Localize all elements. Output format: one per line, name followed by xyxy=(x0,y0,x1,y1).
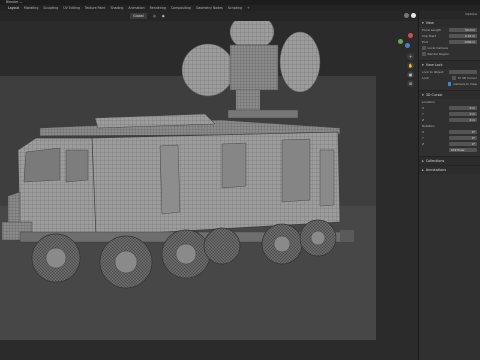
truck-model[interactable] xyxy=(0,21,418,360)
cursor-rotation-y-field[interactable]: 0° xyxy=(449,135,477,141)
perspective-grid-icon[interactable]: ⊞ xyxy=(407,80,414,87)
rotation-mode-dropdown[interactable]: XYZ Euler xyxy=(449,147,477,153)
pan-hand-icon[interactable]: ✋ xyxy=(407,62,414,69)
zoom-icon[interactable]: + xyxy=(407,53,414,60)
proportional-edit-icon[interactable]: ◉ xyxy=(162,14,165,18)
wireframe-shading-button[interactable] xyxy=(404,12,409,18)
3d-viewport[interactable]: + ✋ ▣ ⊞ xyxy=(0,21,418,360)
view-lock-panel-header[interactable]: ▾ View Lock xyxy=(419,60,480,69)
tab-animation[interactable]: Animation xyxy=(128,6,144,10)
clip-end-field[interactable]: 1000 m xyxy=(449,39,477,45)
n-panel-sidebar: Options ▾ View Focal Length 50 mm Clip St… xyxy=(418,11,480,360)
cursor-rotation-x-field[interactable]: 0° xyxy=(449,129,477,135)
tab-scripting[interactable]: Scripting xyxy=(228,6,242,10)
camera-to-view-checkbox[interactable] xyxy=(447,82,452,86)
camera-icon[interactable]: ▣ xyxy=(407,71,414,78)
z-axis-icon[interactable] xyxy=(405,43,410,48)
cursor-rotation-z-field[interactable]: 0° xyxy=(449,141,477,147)
radar-antenna xyxy=(181,21,321,119)
focal-length-field[interactable]: 50 mm xyxy=(449,27,477,33)
tab-modeling[interactable]: Modeling xyxy=(24,6,39,10)
lock-object-field[interactable] xyxy=(449,69,477,75)
x-axis-icon[interactable] xyxy=(408,33,413,38)
transform-orientation-dropdown[interactable]: Global xyxy=(130,13,147,19)
clip-start-field[interactable]: 0.01 m xyxy=(449,33,477,39)
viewport-header: Global ◎ ◉ xyxy=(0,11,418,21)
tab-texture-paint[interactable]: Texture Paint xyxy=(85,6,106,10)
tab-uv-editing[interactable]: UV Editing xyxy=(63,6,80,10)
local-camera-checkbox[interactable] xyxy=(422,46,426,50)
collections-panel-header[interactable]: ▸ Collections xyxy=(419,156,480,165)
snap-icon[interactable]: ◎ xyxy=(153,14,156,18)
options-dropdown[interactable]: Options xyxy=(465,12,477,17)
cursor-location-z-field[interactable]: 0 m xyxy=(449,117,477,123)
navigation-gizmo[interactable] xyxy=(398,33,414,49)
tab-shading[interactable]: Shading xyxy=(110,6,123,10)
3d-cursor-panel-header[interactable]: ▾ 3D Cursor xyxy=(419,90,480,99)
cursor-location-x-field[interactable]: 0 m xyxy=(449,105,477,111)
tab-compositing[interactable]: Compositing xyxy=(171,6,191,10)
view-panel-header[interactable]: ▾ View xyxy=(419,18,480,27)
tab-geometry-nodes[interactable]: Geometry Nodes xyxy=(196,6,223,10)
annotations-panel-header[interactable]: ▸ Annotations xyxy=(419,165,480,174)
window-title: Blender — xyxy=(6,0,23,4)
to-3d-cursor-checkbox[interactable] xyxy=(452,76,456,80)
tab-rendering[interactable]: Rendering xyxy=(150,6,166,10)
y-axis-icon[interactable] xyxy=(398,39,403,44)
render-region-checkbox[interactable] xyxy=(422,52,426,56)
tab-sculpting[interactable]: Sculpting xyxy=(43,6,58,10)
tab-layout[interactable]: Layout xyxy=(8,6,19,10)
cursor-location-y-field[interactable]: 0 m xyxy=(449,111,477,117)
solid-shading-button[interactable] xyxy=(411,12,416,18)
add-workspace-button[interactable]: + xyxy=(247,6,250,10)
